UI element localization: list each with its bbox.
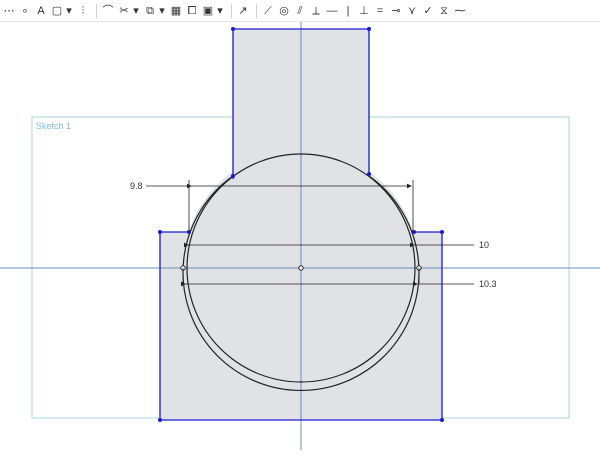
vertex-point[interactable]	[158, 230, 162, 234]
symmetric-icon[interactable]: ⧖	[437, 3, 451, 19]
point-icon[interactable]: ∘	[18, 3, 32, 19]
pattern-icon[interactable]: ▦	[169, 3, 183, 19]
construction-icon[interactable]: ↗	[236, 3, 250, 19]
vertex-point[interactable]	[231, 174, 235, 178]
coincident-icon[interactable]: ⟋	[261, 3, 275, 19]
tangent-icon[interactable]: ⟂	[309, 3, 323, 19]
dimension-label-middle[interactable]: 10	[479, 240, 489, 250]
vertex-point[interactable]	[367, 172, 371, 176]
vertex-point[interactable]	[367, 27, 371, 31]
sketch-label[interactable]: Sketch 1	[36, 121, 71, 131]
scissors-icon[interactable]: ✂	[117, 3, 131, 19]
mirror-icon[interactable]: ⧠	[185, 3, 199, 19]
vertex-point[interactable]	[158, 418, 162, 422]
offset-icon[interactable]: ⧉	[143, 3, 157, 19]
toolbar-divider	[96, 3, 97, 18]
dimension-label-top[interactable]: 9.8	[130, 181, 143, 191]
use-icon[interactable]: ▣	[201, 3, 215, 19]
fillet-icon[interactable]: ⌒	[101, 3, 115, 19]
normal-icon[interactable]: ⋎	[405, 3, 419, 19]
chevron-down-icon[interactable]: ▾	[217, 3, 223, 19]
text-icon[interactable]: A	[34, 3, 48, 19]
toolbar-divider	[256, 3, 257, 18]
chevron-down-icon[interactable]: ▾	[159, 3, 165, 19]
perpendicular-icon[interactable]: ⊥	[357, 3, 371, 19]
chevron-down-icon[interactable]: ▾	[133, 3, 139, 19]
concentric-icon[interactable]: ◎	[277, 3, 291, 19]
fix-icon[interactable]: ✓	[421, 3, 435, 19]
vertex-point[interactable]	[231, 27, 235, 31]
vertical-icon[interactable]: |	[341, 3, 355, 19]
dimension-label-lower[interactable]: 10.3	[479, 279, 497, 289]
vertex-point[interactable]	[440, 418, 444, 422]
ellipsis-icon[interactable]: ⋯	[2, 3, 16, 19]
sketch-canvas[interactable]: Sketch 1 9.8 10 10.3	[0, 22, 600, 450]
toolbar-divider	[231, 3, 232, 18]
sketch-viewport[interactable]: Sketch 1 9.8 10 10.3	[0, 22, 600, 450]
center-point[interactable]	[298, 265, 304, 271]
vertex-point[interactable]	[440, 230, 444, 234]
parallel-icon[interactable]: ⫽	[293, 3, 307, 19]
trim-icon[interactable]: ⫶	[76, 3, 90, 19]
pierce-icon[interactable]: ⁓	[453, 3, 467, 19]
chevron-down-icon[interactable]: ▾	[66, 3, 72, 19]
sketch-toolbar: ⋯ ∘ A ▢ ▾ ⫶ ⌒ ✂ ▾ ⧉ ▾ ▦ ⧠ ▣ ▾ ↗ ⟋ ◎ ⫽ ⟂ …	[0, 0, 600, 22]
image-icon[interactable]: ▢	[50, 3, 64, 19]
midpoint-icon[interactable]: ⊸	[389, 3, 403, 19]
horizontal-icon[interactable]: ―	[325, 3, 339, 19]
equal-icon[interactable]: =	[373, 3, 387, 19]
